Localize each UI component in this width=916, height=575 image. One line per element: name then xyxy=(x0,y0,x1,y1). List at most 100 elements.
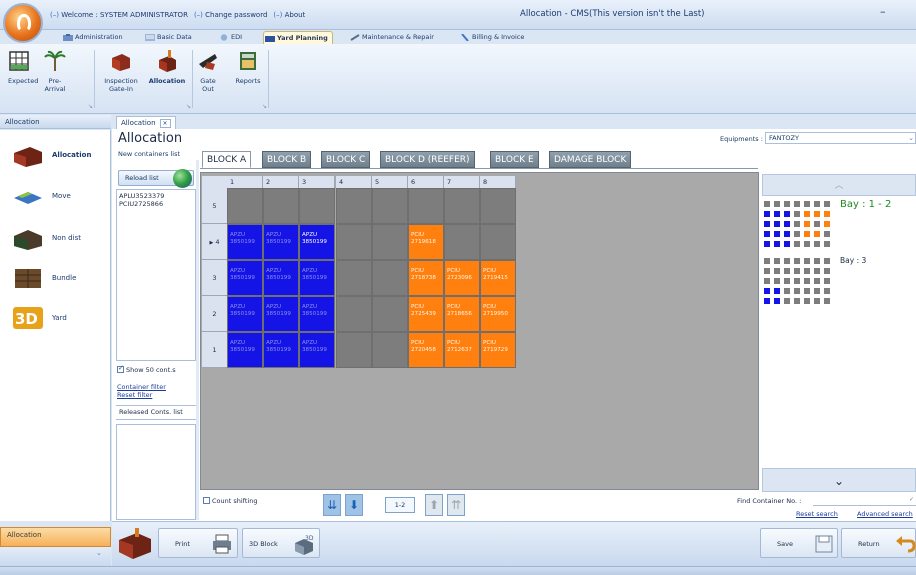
yard-slot-container[interactable]: APZU 3850199 xyxy=(299,332,335,368)
reset-filter-link[interactable]: Reset filter xyxy=(117,391,152,399)
yard-slot-container[interactable]: APZU 3850199 xyxy=(299,296,335,332)
about-link[interactable]: (–) About xyxy=(273,8,305,22)
yard-slot-container[interactable]: PCIU 2719415 xyxy=(480,260,516,296)
yard-slot-empty[interactable] xyxy=(227,188,263,224)
yard-slot-empty[interactable] xyxy=(263,188,299,224)
yard-slot-container[interactable]: PCIU 2719950 xyxy=(480,296,516,332)
yard-slot-container[interactable]: APZU 3850199 xyxy=(263,224,299,260)
yard-slot-empty[interactable] xyxy=(299,188,335,224)
close-icon[interactable]: × xyxy=(159,119,171,128)
container-filter-link[interactable]: Container filter xyxy=(117,383,166,391)
first-page-button[interactable]: ⇊ xyxy=(323,494,341,516)
tab-block-c[interactable]: BLOCK C xyxy=(321,151,371,168)
tab-maintenance-repair[interactable]: Maintenance & Repair xyxy=(349,31,434,44)
yard-slot-empty[interactable] xyxy=(480,188,516,224)
show-50-checkbox[interactable]: Show 50 cont.s xyxy=(117,364,176,374)
gate-out-button[interactable]: Gate Out xyxy=(195,50,221,93)
tab-block-e[interactable]: BLOCK E xyxy=(490,151,539,168)
print-button[interactable]: Print xyxy=(158,528,238,558)
find-container-input[interactable]: ✓ xyxy=(813,496,916,506)
yard-slot-container[interactable]: PCIU 2720458 xyxy=(408,332,444,368)
yard-slot-container[interactable]: APZU 3850199 xyxy=(299,260,335,296)
find-check-icon[interactable]: ✓ xyxy=(909,496,914,503)
new-containers-list[interactable]: APLU3523379 PCIU2725866 xyxy=(116,189,196,361)
chevron-down-icon[interactable]: ⌄ xyxy=(96,549,102,557)
yard-slot-empty[interactable] xyxy=(372,224,408,260)
yard-slot-empty[interactable] xyxy=(336,332,372,368)
yard-slot-container[interactable]: APZU 3850199 xyxy=(227,224,263,260)
yard-slot-container[interactable]: APZU 3850199 xyxy=(227,260,263,296)
yard-slot-empty[interactable] xyxy=(372,188,408,224)
reset-search-link[interactable]: Reset search xyxy=(796,510,838,518)
yard-slot-container[interactable]: APZU 3850199 xyxy=(263,260,299,296)
yard-slot-empty[interactable] xyxy=(336,188,372,224)
yard-slot-container[interactable]: PCIU 2718656 xyxy=(444,296,480,332)
list-item[interactable]: APLU3523379 xyxy=(119,192,193,200)
yard-slot-empty[interactable] xyxy=(372,296,408,332)
yard-slot-container[interactable]: PCIU 2712637 xyxy=(444,332,480,368)
count-shifting-checkbox[interactable]: Count shifting xyxy=(203,497,257,505)
tab-block-d[interactable]: BLOCK D (REEFER) xyxy=(380,151,475,168)
checkbox-icon[interactable] xyxy=(203,497,210,504)
yard-slot-container[interactable]: PCIU 2725439 xyxy=(408,296,444,332)
yard-slot-container[interactable]: PCIU 2719729 xyxy=(480,332,516,368)
pre-arrival-button[interactable]: Pre-Arrival xyxy=(40,50,70,93)
minimize-button[interactable]: – xyxy=(880,5,886,18)
allocation-button[interactable]: Allocation xyxy=(147,50,187,85)
return-button[interactable]: Return xyxy=(841,528,916,558)
advanced-search-link[interactable]: Advanced search xyxy=(857,510,913,518)
yard-slot-container[interactable]: APZU 3850199 xyxy=(227,296,263,332)
tab-billing-invoice[interactable]: Billing & Invoice xyxy=(459,31,524,44)
tab-damage-block[interactable]: DAMAGE BLOCK xyxy=(549,151,632,168)
yard-slot-empty[interactable] xyxy=(336,260,372,296)
footer-allocation-tab[interactable]: Allocation xyxy=(0,527,111,547)
equipments-select[interactable]: FANTOZY ⌄ xyxy=(765,132,916,144)
next-page-button[interactable]: ⬇ xyxy=(345,494,363,516)
expected-button[interactable]: Expected xyxy=(8,50,38,85)
nav-move[interactable]: Move xyxy=(0,176,111,216)
yard-slot-container[interactable]: APZU 3850199 xyxy=(227,332,263,368)
yard-slot-container[interactable]: PCIU 2718738 xyxy=(408,260,444,296)
yard-slot-empty[interactable] xyxy=(408,188,444,224)
checkbox-icon[interactable] xyxy=(117,364,124,373)
bay-scroll-down-button[interactable]: ⌄ xyxy=(762,468,916,492)
yard-slot-empty[interactable] xyxy=(372,260,408,296)
tab-block-a[interactable]: BLOCK A xyxy=(202,151,252,168)
yard-slot-container[interactable]: APZU 3850199 xyxy=(263,296,299,332)
prev-page-button[interactable]: ⬆ xyxy=(425,494,443,516)
yard-slot-container[interactable]: PCIU 2723096 xyxy=(444,260,480,296)
released-containers-list[interactable] xyxy=(116,424,196,520)
3d-block-button[interactable]: 3D Block 3D xyxy=(242,528,320,558)
yard-slot-empty[interactable] xyxy=(444,224,480,260)
yard-slot-empty[interactable] xyxy=(372,332,408,368)
nav-non-dist[interactable]: Non dist xyxy=(0,218,111,258)
tab-administration[interactable]: Administration xyxy=(62,31,123,44)
nav-bundle[interactable]: Bundle xyxy=(0,258,111,298)
yard-slot-container[interactable]: APZU 3850199 xyxy=(299,224,335,260)
application-menu-button[interactable] xyxy=(3,3,43,43)
change-password-link[interactable]: (–) Change password xyxy=(194,8,267,22)
doc-tab-allocation[interactable]: Allocation × xyxy=(116,116,176,129)
bay-scroll-up-button[interactable]: ︿ xyxy=(762,174,916,196)
yard-slot-empty[interactable] xyxy=(336,296,372,332)
yard-slot-container[interactable]: PCIU 2719618 xyxy=(408,224,444,260)
yard-slot-empty[interactable] xyxy=(444,188,480,224)
reports-button[interactable]: Reports xyxy=(234,50,262,85)
panel-splitter[interactable] xyxy=(196,160,199,520)
tab-edi[interactable]: EDI xyxy=(218,31,242,44)
bay-1-2-label[interactable]: Bay : 1 - 2 xyxy=(840,199,891,210)
list-item[interactable]: PCIU2725866 xyxy=(119,200,193,208)
tab-yard-planning[interactable]: Yard Planning xyxy=(263,31,333,44)
inspection-gate-in-button[interactable]: Inspection Gate-In xyxy=(101,50,141,93)
welcome-link[interactable]: (–) Welcome : SYSTEM ADMINISTRATOR xyxy=(50,8,188,22)
bay-3-label[interactable]: Bay : 3 xyxy=(840,256,866,265)
tab-block-b[interactable]: BLOCK B xyxy=(262,151,312,168)
yard-slot-empty[interactable] xyxy=(480,224,516,260)
yard-slot-container[interactable]: APZU 3850199 xyxy=(263,332,299,368)
nav-allocation[interactable]: Allocation xyxy=(0,135,111,175)
nav-yard[interactable]: 3D Yard xyxy=(0,298,111,338)
save-button[interactable]: Save xyxy=(760,528,838,558)
reload-list-button[interactable]: Reload list xyxy=(118,169,194,188)
last-page-button[interactable]: ⇈ xyxy=(447,494,465,516)
tab-basic-data[interactable]: Basic Data xyxy=(144,31,192,44)
